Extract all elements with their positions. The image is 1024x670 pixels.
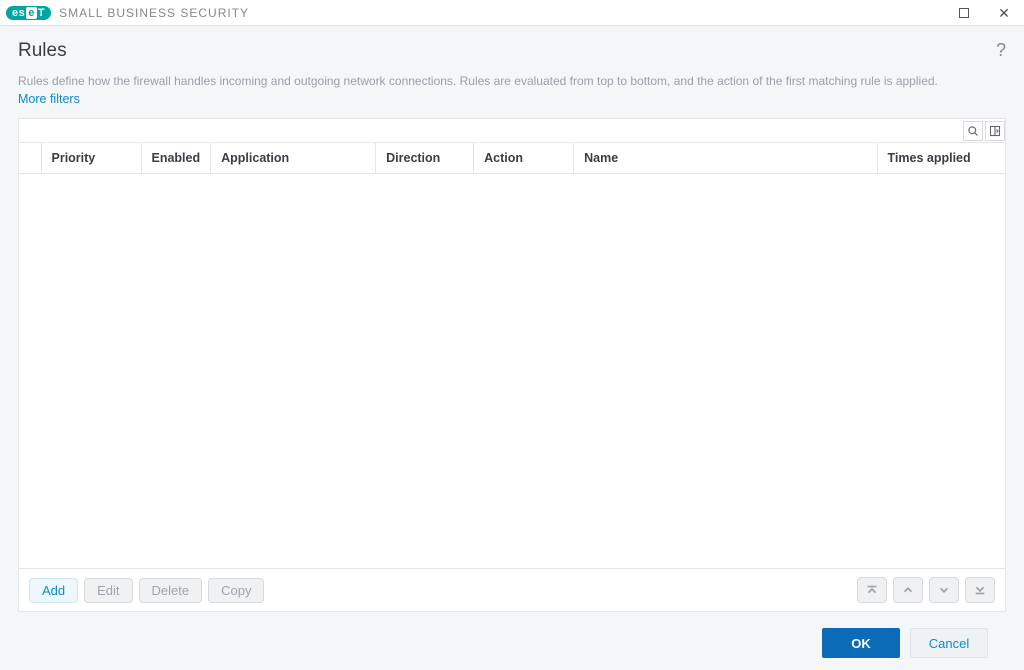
move-up-button[interactable] xyxy=(893,577,923,603)
table-header-row: Priority Enabled Application Direction A… xyxy=(19,143,1005,174)
rules-panel: Priority Enabled Application Direction A… xyxy=(18,118,1006,612)
move-down-button[interactable] xyxy=(929,577,959,603)
col-checkbox[interactable] xyxy=(19,143,41,174)
search-input[interactable] xyxy=(19,119,963,142)
cancel-button[interactable]: Cancel xyxy=(910,628,988,658)
move-top-button[interactable] xyxy=(857,577,887,603)
col-name[interactable]: Name xyxy=(574,143,877,174)
search-bar xyxy=(19,119,1005,143)
rules-table: Priority Enabled Application Direction A… xyxy=(19,143,1005,174)
logo-left: es xyxy=(12,7,25,19)
ok-button[interactable]: OK xyxy=(822,628,900,658)
columns-icon xyxy=(989,125,1001,137)
edit-button[interactable]: Edit xyxy=(84,578,132,603)
col-priority[interactable]: Priority xyxy=(41,143,141,174)
content-area: ? Rules Rules define how the firewall ha… xyxy=(0,26,1024,670)
window-maximize-button[interactable] xyxy=(944,0,984,26)
titlebar: eseT SMALL BUSINESS SECURITY ✕ xyxy=(0,0,1024,26)
delete-button[interactable]: Delete xyxy=(139,578,203,603)
chevron-up-icon xyxy=(901,583,915,597)
col-application[interactable]: Application xyxy=(211,143,376,174)
copy-button[interactable]: Copy xyxy=(208,578,264,603)
window-close-button[interactable]: ✕ xyxy=(984,0,1024,26)
eset-logo-badge: eseT xyxy=(6,6,51,20)
product-name: SMALL BUSINESS SECURITY xyxy=(59,6,249,20)
product-logo: eseT SMALL BUSINESS SECURITY xyxy=(6,6,249,20)
help-button[interactable]: ? xyxy=(996,40,1006,61)
page-title: Rules xyxy=(18,40,1006,62)
logo-right: T xyxy=(38,7,45,19)
col-enabled[interactable]: Enabled xyxy=(141,143,211,174)
col-direction[interactable]: Direction xyxy=(376,143,474,174)
chevron-down-icon xyxy=(937,583,951,597)
rules-table-body xyxy=(19,174,1005,568)
col-times-applied[interactable]: Times applied xyxy=(877,143,1005,174)
more-filters-link[interactable]: More filters xyxy=(18,92,1006,106)
move-bottom-icon xyxy=(973,583,987,597)
columns-button[interactable] xyxy=(985,121,1005,141)
close-icon: ✕ xyxy=(998,6,1010,20)
logo-mid: e xyxy=(26,7,37,19)
page-footer: OK Cancel xyxy=(18,612,1006,670)
maximize-icon xyxy=(959,8,969,18)
search-icon xyxy=(967,125,979,137)
search-button[interactable] xyxy=(963,121,983,141)
add-button[interactable]: Add xyxy=(29,578,78,603)
panel-footer: Add Edit Delete Copy xyxy=(19,568,1005,611)
move-top-icon xyxy=(865,583,879,597)
page-description: Rules define how the firewall handles in… xyxy=(18,74,1006,88)
move-bottom-button[interactable] xyxy=(965,577,995,603)
col-action[interactable]: Action xyxy=(474,143,574,174)
